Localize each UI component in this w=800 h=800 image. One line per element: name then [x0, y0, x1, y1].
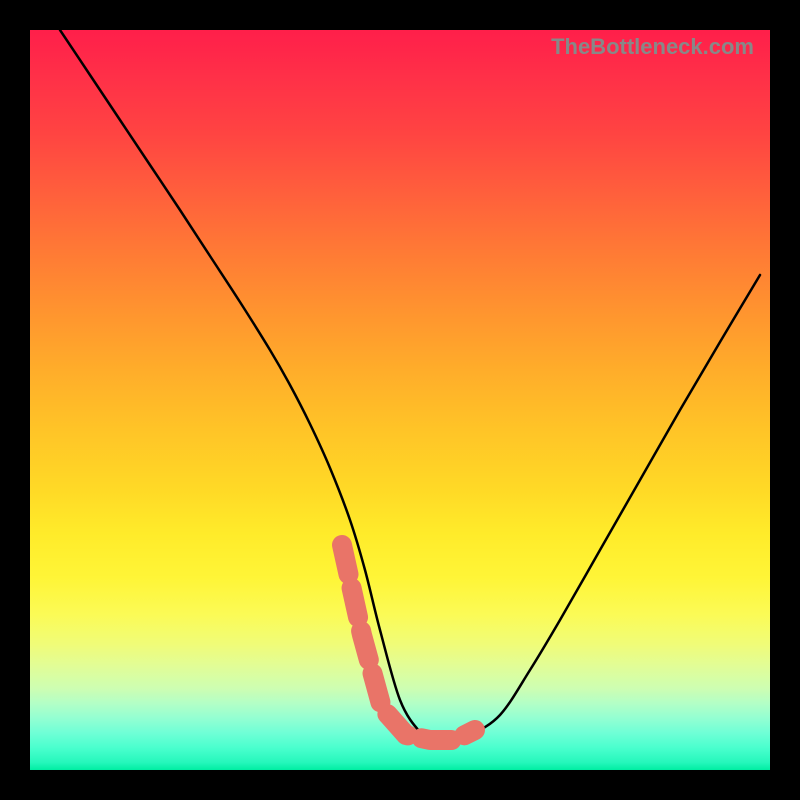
marker-path — [342, 545, 475, 740]
bottleneck-curve — [60, 30, 760, 741]
chart-svg — [30, 30, 770, 770]
chart-frame: TheBottleneck.com — [0, 0, 800, 800]
marker-group — [342, 545, 475, 740]
plot-area: TheBottleneck.com — [30, 30, 770, 770]
